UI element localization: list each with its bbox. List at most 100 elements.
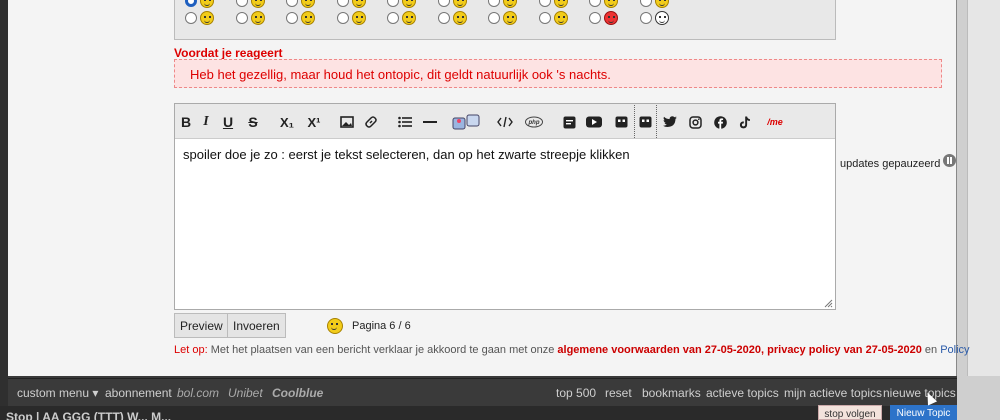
stop-following-button[interactable]: stop volgen xyxy=(818,405,882,420)
superscript-button[interactable]: X¹ xyxy=(305,113,323,131)
pagination-label: Pagina 6 / 6 xyxy=(352,320,411,332)
facebook-icon[interactable] xyxy=(712,113,728,131)
smiley-radio[interactable] xyxy=(336,12,349,24)
smiley-radio[interactable] xyxy=(538,0,551,7)
reset-link[interactable]: reset xyxy=(605,386,632,400)
subscript-button[interactable]: X₁ xyxy=(278,113,296,131)
privacy-link[interactable]: privacy policy van 27-05-2020 xyxy=(767,344,922,356)
laughing-smiley-icon[interactable] xyxy=(200,11,214,25)
scrollbar-thumb[interactable] xyxy=(967,0,1000,376)
instagram-icon[interactable] xyxy=(687,113,703,131)
smiley-radio[interactable] xyxy=(488,12,500,24)
new-topics-link[interactable]: nieuwe topics xyxy=(883,386,956,400)
smiley-icon[interactable] xyxy=(327,318,343,334)
smiley-radio[interactable] xyxy=(589,12,601,24)
smiley-radio[interactable] xyxy=(437,0,450,7)
active-topics-link[interactable]: actieve topics xyxy=(706,386,779,400)
bold-button[interactable]: B xyxy=(180,113,192,131)
my-active-topics-link[interactable]: mijn actieve topics xyxy=(784,386,882,400)
smiley-radio[interactable] xyxy=(235,12,248,24)
smiley-icon[interactable] xyxy=(402,0,416,8)
horizontal-rule-icon[interactable] xyxy=(422,113,438,131)
smiley-radio[interactable] xyxy=(488,0,500,7)
smiley-icon[interactable] xyxy=(351,0,366,8)
smiley-radio[interactable] xyxy=(387,12,399,24)
notice-prefix: Let op: xyxy=(174,344,208,356)
spoiler-icon[interactable] xyxy=(561,113,577,131)
smiley-icon[interactable] xyxy=(604,0,618,8)
smile-smiley-icon[interactable] xyxy=(301,11,315,25)
angel-smiley-icon[interactable] xyxy=(553,11,568,25)
thumbs-down-icon[interactable] xyxy=(351,11,366,25)
toolbar-separator xyxy=(634,105,635,138)
left-gutter xyxy=(0,0,8,420)
quote-icon[interactable] xyxy=(451,113,483,131)
smiley-radio[interactable] xyxy=(437,12,450,24)
custom-menu-dropdown[interactable]: custom menu ▾ xyxy=(17,386,98,400)
new-topic-button[interactable]: Nieuw Topic xyxy=(890,405,957,420)
editor-textarea[interactable]: spoiler doe je zo : eerst je tekst selec… xyxy=(175,139,835,170)
editor-toolbar: B I U S X₁ X¹ php /me xyxy=(175,104,835,139)
smiley-radio[interactable] xyxy=(286,12,298,24)
smiley-icon[interactable] xyxy=(301,0,315,8)
me-button[interactable]: /me xyxy=(764,113,786,131)
posting-notice: Let op: Met het plaatsen van een bericht… xyxy=(174,344,970,356)
smiley-radio[interactable] xyxy=(185,12,197,24)
php-icon[interactable]: php xyxy=(525,113,543,131)
post-editor[interactable]: B I U S X₁ X¹ php /me spoiler doe je zo … xyxy=(174,103,836,310)
strikethrough-button[interactable]: S xyxy=(247,113,259,131)
underline-button[interactable]: U xyxy=(222,113,234,131)
smiley-icon[interactable] xyxy=(503,0,517,8)
smiley-radio[interactable] xyxy=(387,0,399,7)
smiley-row xyxy=(185,11,690,25)
smiley-picker xyxy=(174,0,836,40)
footer-bar: custom menu ▾ abonnement bol.com Unibet … xyxy=(8,378,957,406)
tiktok-icon[interactable] xyxy=(737,113,753,131)
football-icon[interactable] xyxy=(654,11,669,25)
smiley-radio[interactable] xyxy=(286,0,298,7)
twitter-icon[interactable] xyxy=(662,113,678,131)
wink-smiley-icon[interactable] xyxy=(503,11,517,25)
submit-button[interactable]: Invoeren xyxy=(227,313,286,338)
smiley-icon[interactable] xyxy=(553,0,568,8)
smiley-radio[interactable] xyxy=(639,12,652,24)
smiley-radio[interactable] xyxy=(235,0,248,7)
coolblue-link[interactable]: Coolblue xyxy=(272,386,323,400)
preview-button[interactable]: Preview xyxy=(174,313,229,338)
surprised-smiley-icon[interactable] xyxy=(250,11,265,25)
smiley-radio[interactable] xyxy=(589,0,601,7)
superman-icon[interactable] xyxy=(604,11,618,25)
unibet-link[interactable]: Unibet xyxy=(228,386,263,400)
link-icon[interactable] xyxy=(363,113,379,131)
smiley-icon[interactable] xyxy=(250,0,265,8)
media-icon[interactable] xyxy=(637,113,653,131)
smiley-icon[interactable] xyxy=(654,0,669,8)
code-icon[interactable] xyxy=(496,113,514,131)
topic-bar: Stop | AA GGG (TTT) W... M... xyxy=(0,406,957,420)
smiley-radio[interactable] xyxy=(185,0,197,7)
bol-link[interactable]: bol.com xyxy=(177,386,219,400)
terms-link[interactable]: algemene voorwaarden van 27-05-2020 xyxy=(557,344,761,356)
toolbar-separator xyxy=(656,105,657,138)
italic-button[interactable]: I xyxy=(200,113,212,131)
youtube-icon[interactable] xyxy=(585,113,603,131)
smiley-icon[interactable] xyxy=(200,0,214,8)
smiley-radio[interactable] xyxy=(538,12,551,24)
thumbs-up-icon[interactable] xyxy=(402,11,416,25)
grin-smiley-icon[interactable] xyxy=(452,11,467,25)
smiley-radio[interactable] xyxy=(639,0,652,7)
list-icon[interactable] xyxy=(397,113,413,131)
resize-grip-icon[interactable] xyxy=(823,297,833,308)
smiley-icon[interactable] xyxy=(452,0,467,8)
top500-link[interactable]: top 500 xyxy=(556,386,596,400)
pagination: Pagina 6 / 6 xyxy=(327,318,411,334)
image-icon[interactable] xyxy=(339,113,355,131)
pause-icon[interactable] xyxy=(943,154,957,167)
bookmarks-link[interactable]: bookmarks xyxy=(642,386,701,400)
smiley-radio[interactable] xyxy=(336,0,349,7)
warning-title: Voordat je reageert xyxy=(174,46,283,60)
topic-breadcrumb[interactable]: Stop | AA GGG (TTT) W... M... xyxy=(6,410,171,420)
policy-link[interactable]: Policy xyxy=(940,344,969,356)
abonnement-link[interactable]: abonnement xyxy=(105,386,172,400)
film-icon[interactable] xyxy=(613,113,629,131)
